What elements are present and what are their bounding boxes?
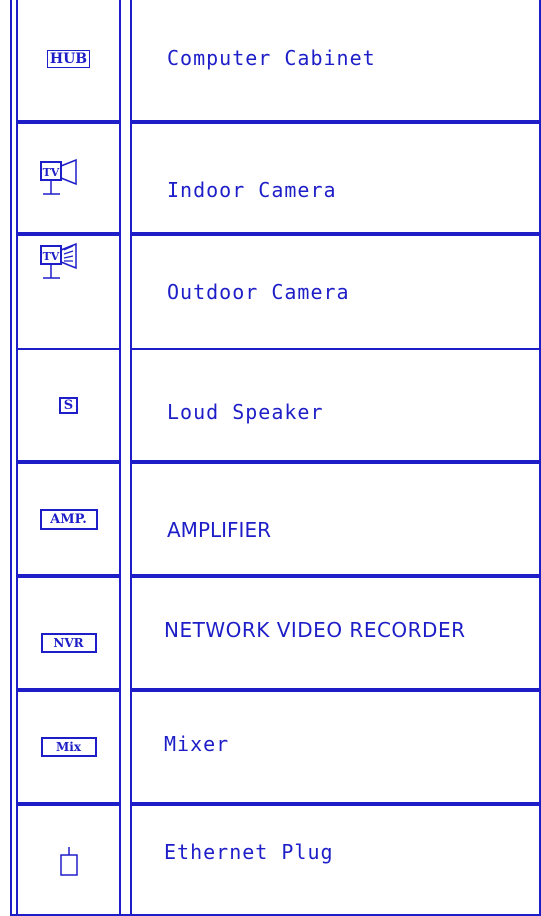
outdoor-camera-icon-label: TV xyxy=(43,250,60,263)
legend-row-speaker: S Loud Speaker xyxy=(16,348,541,462)
description-label: Computer Cabinet xyxy=(167,46,376,70)
description-cell: Mixer xyxy=(130,690,541,804)
symbol-cell: NVR xyxy=(16,576,121,690)
description-label: Indoor Camera xyxy=(167,178,337,202)
description-label: Outdoor Camera xyxy=(167,280,350,304)
symbol-cell: TV xyxy=(16,234,121,350)
legend-row-amplifier: AMP. AMPLIFIER xyxy=(16,462,541,576)
indoor-camera-icon-label: TV xyxy=(43,166,60,179)
symbol-cell xyxy=(16,804,121,916)
indoor-camera-icon: TV xyxy=(40,158,80,198)
hub-icon: HUB xyxy=(46,50,91,68)
description-cell: Outdoor Camera xyxy=(130,234,541,350)
symbol-cell: AMP. xyxy=(16,462,121,576)
symbol-cell: HUB xyxy=(16,0,121,122)
nvr-icon: NVR xyxy=(40,633,97,653)
description-cell: Ethernet Plug xyxy=(130,804,541,916)
description-label: Mixer xyxy=(164,732,230,756)
description-label: Ethernet Plug xyxy=(164,840,334,864)
description-cell: AMPLIFIER xyxy=(130,462,541,576)
ethernet-plug-icon xyxy=(59,845,79,877)
description-cell: Loud Speaker xyxy=(130,348,541,462)
mixer-icon: Mix xyxy=(40,737,97,757)
legend-row-outdoor-camera: TV Outdoor Camera xyxy=(16,234,541,350)
outdoor-camera-icon: TV xyxy=(40,242,80,282)
symbol-cell: TV xyxy=(16,122,121,234)
symbol-cell: S xyxy=(16,348,121,462)
description-label: NETWORK VIDEO RECORDER xyxy=(164,618,466,642)
legend-row-mixer: Mix Mixer xyxy=(16,690,541,804)
legend-row-hub: HUB Computer Cabinet xyxy=(16,0,541,122)
speaker-icon: S xyxy=(58,396,79,414)
legend-row-ethernet-plug: Ethernet Plug xyxy=(16,804,541,916)
legend-page: HUB Computer Cabinet TV Indoor Camera TV… xyxy=(0,0,541,916)
symbol-cell: Mix xyxy=(16,690,121,804)
description-cell: NETWORK VIDEO RECORDER xyxy=(130,576,541,690)
description-cell: Computer Cabinet xyxy=(130,0,541,122)
amplifier-icon: AMP. xyxy=(39,508,98,530)
description-cell: Indoor Camera xyxy=(130,122,541,234)
description-label: Loud Speaker xyxy=(167,400,324,424)
legend-row-nvr: NVR NETWORK VIDEO RECORDER xyxy=(16,576,541,690)
legend-row-indoor-camera: TV Indoor Camera xyxy=(16,122,541,234)
description-label: AMPLIFIER xyxy=(167,518,271,542)
